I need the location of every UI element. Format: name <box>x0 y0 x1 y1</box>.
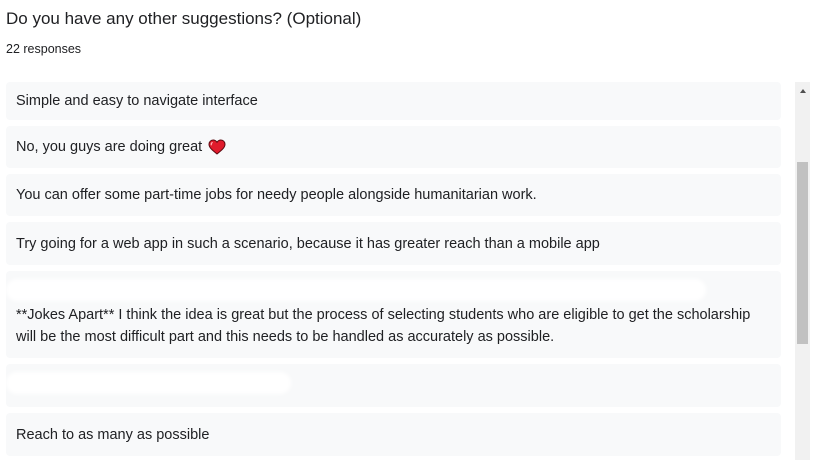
response-item: Reach to as many as possible <box>6 413 781 456</box>
redaction-mark <box>6 279 706 301</box>
scrollbar[interactable] <box>795 82 810 460</box>
response-item: Simple and easy to navigate interface <box>6 82 781 120</box>
response-item: **Jokes Apart** I think the idea is grea… <box>6 271 781 358</box>
question-title: Do you have any other suggestions? (Opti… <box>6 9 362 28</box>
response-item: No, you guys are doing great <box>6 126 781 168</box>
response-text: You can offer some part-time jobs for ne… <box>16 187 537 203</box>
triangle-up-icon <box>799 88 806 93</box>
heart-icon <box>208 139 226 155</box>
scroll-thumb[interactable] <box>797 162 808 344</box>
response-text: No, you guys are doing great <box>16 139 203 155</box>
response-item <box>6 364 781 407</box>
responses-list[interactable]: Simple and easy to navigate interface No… <box>6 82 781 460</box>
redaction-mark <box>6 372 291 394</box>
response-text: Reach to as many as possible <box>16 426 210 443</box>
response-item: Try going for a web app in such a scenar… <box>6 222 781 265</box>
response-item: You can offer some part-time jobs for ne… <box>6 174 781 216</box>
response-count: 22 responses <box>6 42 82 56</box>
response-text: Try going for a web app in such a scenar… <box>16 235 600 252</box>
response-text: Simple and easy to navigate interface <box>16 93 258 109</box>
scroll-up-button[interactable] <box>795 82 810 99</box>
